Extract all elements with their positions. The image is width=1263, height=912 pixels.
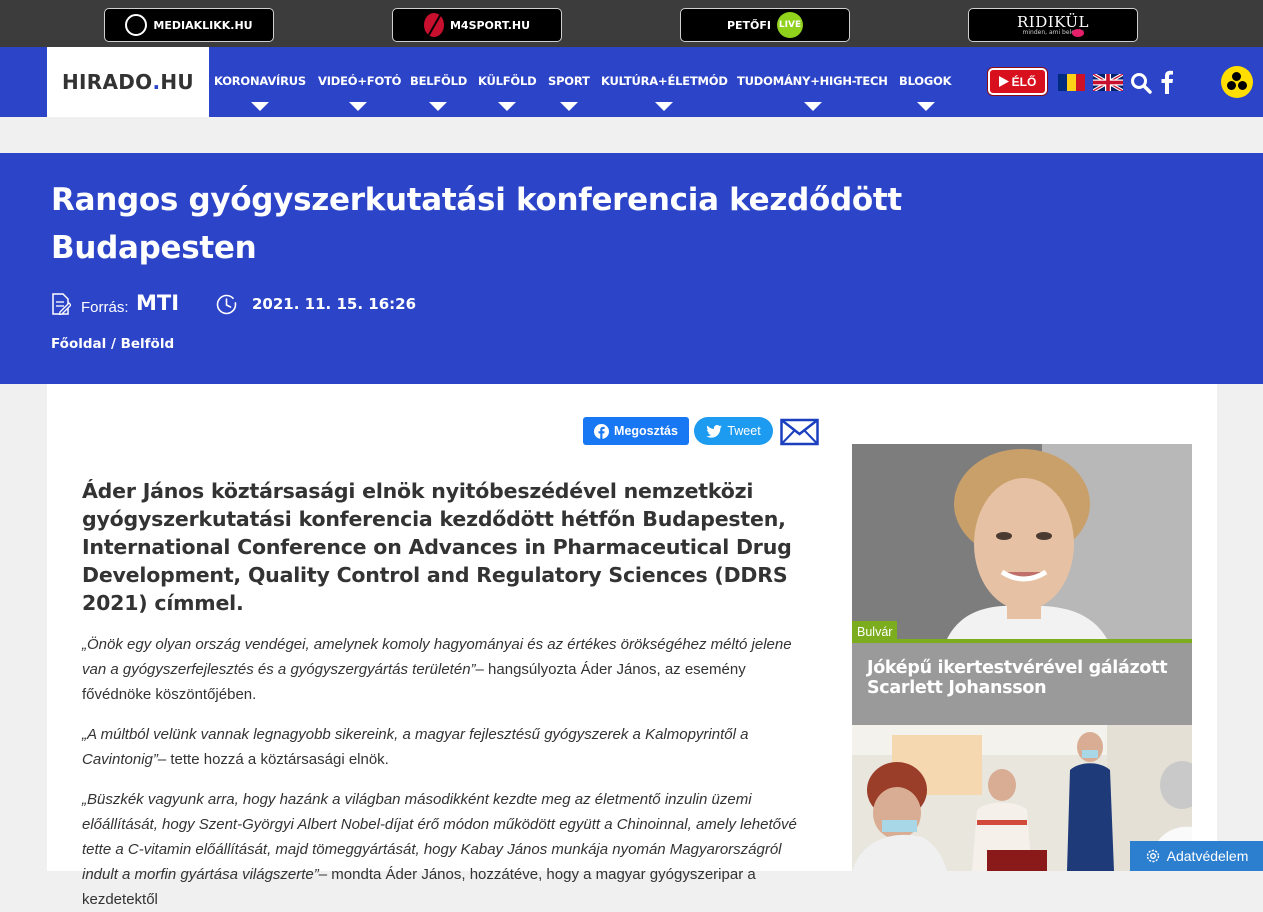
site-logo[interactable]: HIRADO. HU	[47, 47, 209, 117]
source-icon	[52, 293, 71, 315]
nav-item-belfold[interactable]: BELFÖLD	[410, 74, 467, 88]
search-icon[interactable]	[1130, 72, 1152, 94]
clock-icon	[216, 294, 237, 315]
breadcrumb-home[interactable]: Főoldal	[51, 336, 106, 352]
chevron-down-icon[interactable]	[498, 102, 516, 111]
paragraph-text: – tette hozzá a köztársasági elnök.	[157, 751, 389, 768]
privacy-settings-button[interactable]: Adatvédelem	[1130, 841, 1263, 871]
chevron-down-icon[interactable]	[349, 102, 367, 111]
privacy-settings-label: Adatvédelem	[1166, 848, 1249, 864]
live-button[interactable]: ÉLŐ	[988, 68, 1047, 95]
article-paragraph: „A múltból velünk vannak legnagyobb sike…	[82, 722, 802, 772]
publish-date: 2021. 11. 15. 16:26	[252, 295, 417, 313]
celebrity-photo	[852, 444, 1192, 639]
ridikul-link[interactable]: RIDIKÜL minden, ami beletér	[968, 8, 1138, 42]
related-article-title[interactable]: Jóképű ikertestvérével gálázott Scarlett…	[867, 658, 1177, 698]
source-label: Forrás:	[81, 299, 129, 316]
uk-flag-icon[interactable]	[1093, 74, 1123, 91]
m4sport-link[interactable]: M4SPORT.HU	[392, 8, 562, 42]
mediaklikk-logo-icon	[125, 14, 148, 36]
tweet-label: Tweet	[727, 424, 761, 438]
article-paragraph: „Önök egy olyan ország vendégei, amelyne…	[82, 632, 802, 707]
petofi-live-badge: LIVE	[777, 12, 804, 38]
play-icon	[998, 76, 1009, 87]
nav-item-blogok[interactable]: BLOGOK	[899, 74, 952, 88]
live-label: ÉLŐ	[1011, 74, 1037, 89]
ridikul-label: RIDIKÜL	[1017, 12, 1089, 31]
divider	[852, 639, 1192, 643]
source-value: MTI	[136, 291, 180, 315]
accessibility-icon[interactable]	[1221, 66, 1253, 98]
chevron-down-icon[interactable]	[917, 102, 935, 111]
breadcrumb-section[interactable]: Belföld	[121, 336, 175, 352]
mediaklikk-label: MEDIAKLIKK.HU	[153, 18, 253, 32]
m4sport-label: M4SPORT.HU	[449, 18, 531, 32]
breadcrumb-separator: /	[106, 336, 121, 352]
facebook-icon[interactable]	[1160, 70, 1174, 94]
main-nav: HIRADO. HU KORONAVÍRUS VIDEÓ+FOTÓ BELFÖLD…	[0, 47, 1263, 117]
m4sport-logo-icon	[423, 13, 444, 37]
twitter-bird-icon	[706, 424, 723, 438]
facebook-share-label: Megosztás	[614, 424, 678, 438]
gear-icon	[1146, 849, 1159, 863]
page-title: Rangos gyógyszerkutatási konferencia kez…	[51, 182, 902, 266]
chevron-down-icon[interactable]	[560, 102, 578, 111]
petofi-label: PETŐFI	[726, 18, 772, 32]
logo-tld: HU	[160, 70, 194, 94]
article-content: Megosztás Tweet Áder János köztársasági …	[47, 384, 1217, 908]
chevron-down-icon[interactable]	[655, 102, 673, 111]
petofi-live-link[interactable]: PETŐFI LIVE	[680, 8, 850, 42]
nav-item-koronavirus[interactable]: KORONAVÍRUS	[214, 74, 306, 88]
lips-icon	[1072, 29, 1084, 37]
article-lead: Áder János köztársasági elnök nyitóbeszé…	[82, 479, 792, 615]
logo-dot: .	[152, 70, 161, 94]
romanian-flag-icon[interactable]	[1058, 74, 1085, 91]
related-article-card[interactable]: Bulvár Jóképű ikertestvérével gálázott S…	[852, 444, 1192, 725]
partner-bar: MEDIAKLIKK.HU M4SPORT.HU PETŐFI LIVE RID…	[0, 0, 1263, 47]
nav-item-kultura-eletmod[interactable]: KULTÚRA+ÉLETMÓD	[601, 74, 728, 88]
nav-item-kulfold[interactable]: KÜLFÖLD	[478, 74, 537, 88]
facebook-share-button[interactable]: Megosztás	[583, 417, 689, 445]
nav-item-video-foto[interactable]: VIDEÓ+FOTÓ	[318, 74, 401, 88]
logo-main: HIRADO	[62, 70, 153, 94]
breadcrumb: Főoldal / Belföld	[51, 336, 174, 352]
facebook-icon	[594, 423, 610, 439]
article-header: Rangos gyógyszerkutatási konferencia kez…	[0, 153, 1263, 384]
article-thumbnail	[852, 444, 1192, 639]
tweet-button[interactable]: Tweet	[694, 417, 773, 445]
chevron-down-icon[interactable]	[251, 102, 269, 111]
mediaklikk-link[interactable]: MEDIAKLIKK.HU	[104, 8, 274, 42]
article-paragraph: „Büszkék vagyunk arra, hogy hazánk a vil…	[82, 787, 802, 912]
chevron-down-icon[interactable]	[804, 102, 822, 111]
chevron-down-icon[interactable]	[429, 102, 447, 111]
email-share-icon[interactable]	[780, 417, 819, 446]
nav-item-tudomany-high-tech[interactable]: TUDOMÁNY+HIGH-TECH	[737, 74, 888, 88]
nav-item-sport[interactable]: SPORT	[548, 74, 590, 88]
